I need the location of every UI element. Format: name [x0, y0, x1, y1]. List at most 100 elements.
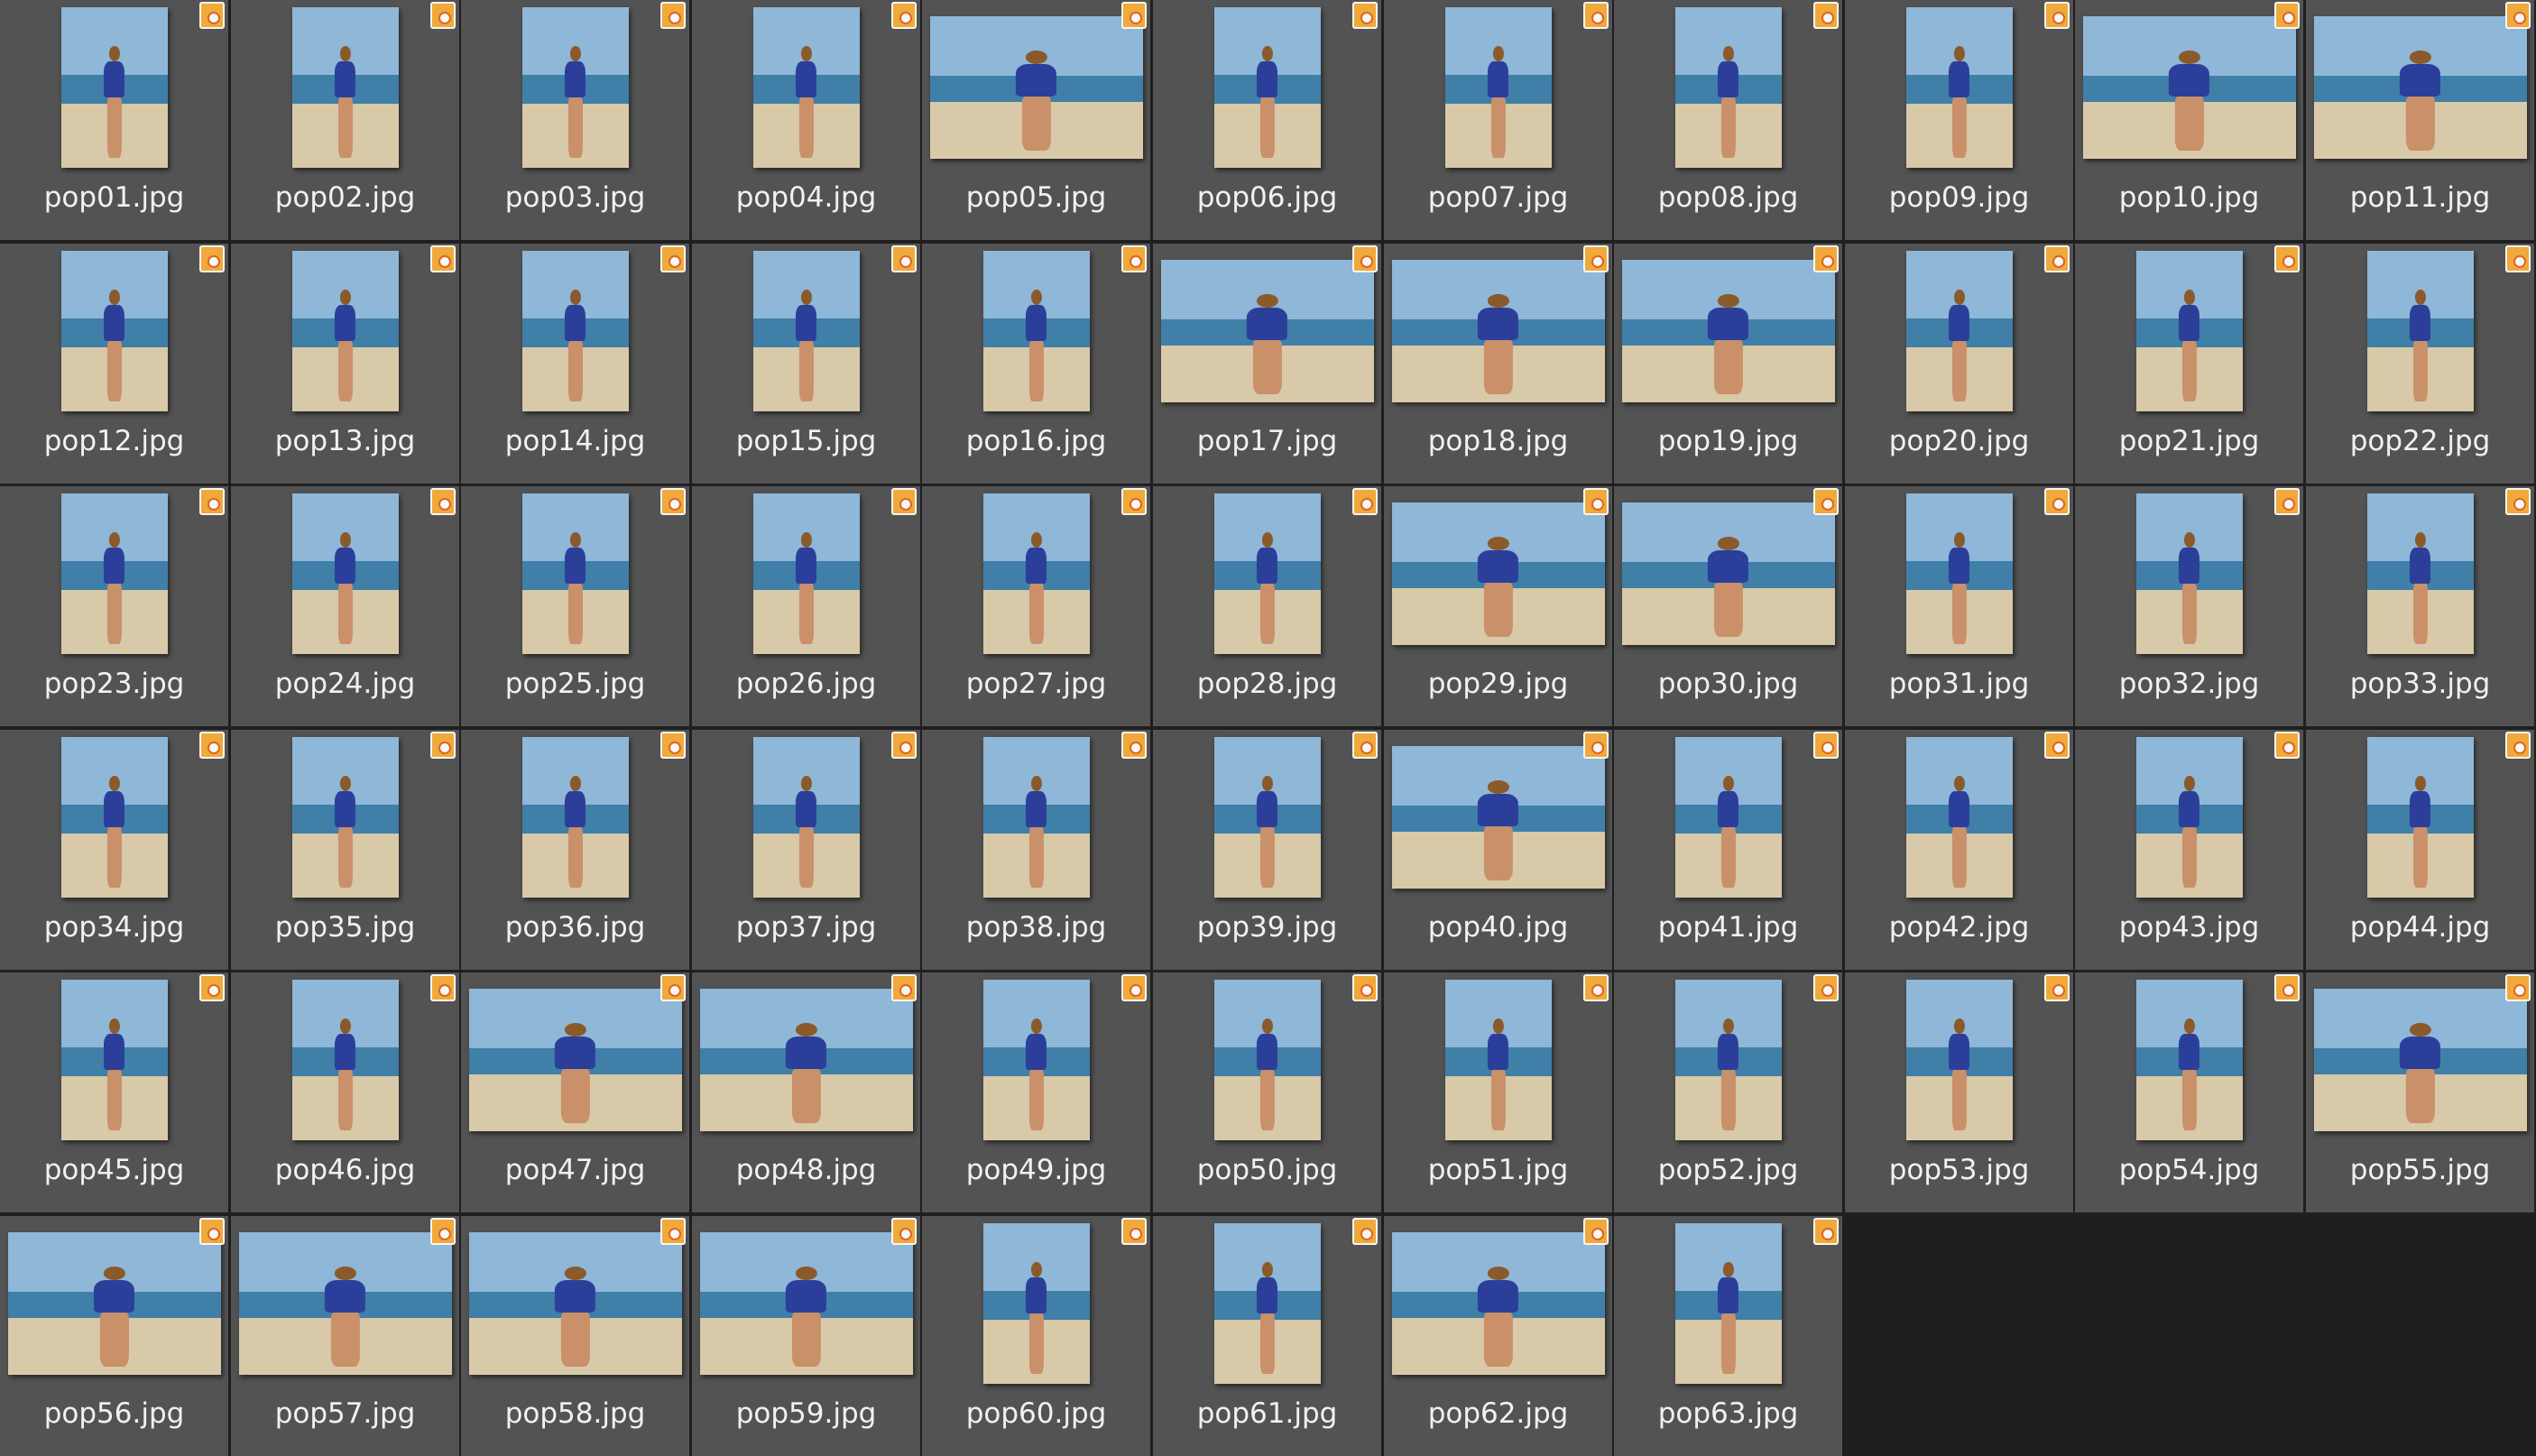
image-thumbnail[interactable] — [1391, 260, 1605, 402]
file-tile[interactable]: pop60.jpg — [922, 1216, 1150, 1456]
image-thumbnail[interactable] — [982, 980, 1090, 1140]
image-thumbnail[interactable] — [7, 1232, 221, 1375]
file-tile[interactable]: pop48.jpg — [692, 972, 920, 1212]
file-tile[interactable]: pop52.jpg — [1614, 972, 1842, 1212]
file-tile[interactable]: pop43.jpg — [2075, 730, 2303, 970]
image-thumbnail[interactable] — [752, 251, 860, 411]
image-thumbnail[interactable] — [468, 1232, 682, 1375]
image-thumbnail[interactable] — [2313, 16, 2527, 159]
file-tile[interactable]: pop41.jpg — [1614, 730, 1842, 970]
file-tile[interactable]: pop57.jpg — [231, 1216, 459, 1456]
file-tile[interactable]: pop50.jpg — [1153, 972, 1381, 1212]
file-tile[interactable]: pop63.jpg — [1614, 1216, 1842, 1456]
file-tile[interactable]: pop40.jpg — [1384, 730, 1612, 970]
image-thumbnail[interactable] — [2366, 493, 2474, 654]
file-tile[interactable]: pop61.jpg — [1153, 1216, 1381, 1456]
file-tile[interactable]: pop54.jpg — [2075, 972, 2303, 1212]
file-tile[interactable]: pop15.jpg — [692, 244, 920, 484]
file-tile[interactable]: pop30.jpg — [1614, 486, 1842, 726]
file-tile[interactable]: pop49.jpg — [922, 972, 1150, 1212]
file-tile[interactable]: pop23.jpg — [0, 486, 228, 726]
file-tile[interactable]: pop28.jpg — [1153, 486, 1381, 726]
image-thumbnail[interactable] — [982, 1223, 1090, 1384]
file-tile[interactable]: pop47.jpg — [461, 972, 689, 1212]
image-thumbnail[interactable] — [2313, 989, 2527, 1131]
image-thumbnail[interactable] — [291, 251, 399, 411]
file-tile[interactable]: pop35.jpg — [231, 730, 459, 970]
file-tile[interactable]: pop01.jpg — [0, 0, 228, 240]
image-thumbnail[interactable] — [2366, 737, 2474, 898]
image-thumbnail[interactable] — [1444, 7, 1552, 168]
file-tile[interactable]: pop31.jpg — [1845, 486, 2073, 726]
file-tile[interactable]: pop53.jpg — [1845, 972, 2073, 1212]
image-thumbnail[interactable] — [1213, 737, 1321, 898]
image-thumbnail[interactable] — [2366, 251, 2474, 411]
file-tile[interactable]: pop17.jpg — [1153, 244, 1381, 484]
image-thumbnail[interactable] — [1621, 502, 1835, 645]
file-tile[interactable]: pop21.jpg — [2075, 244, 2303, 484]
file-tile[interactable]: pop18.jpg — [1384, 244, 1612, 484]
file-tile[interactable]: pop38.jpg — [922, 730, 1150, 970]
image-thumbnail[interactable] — [2135, 493, 2243, 654]
image-thumbnail[interactable] — [291, 980, 399, 1140]
image-thumbnail[interactable] — [1905, 493, 2013, 654]
image-thumbnail[interactable] — [929, 16, 1143, 159]
file-tile[interactable]: pop26.jpg — [692, 486, 920, 726]
file-tile[interactable]: pop36.jpg — [461, 730, 689, 970]
image-thumbnail[interactable] — [1674, 1223, 1782, 1384]
file-tile[interactable]: pop45.jpg — [0, 972, 228, 1212]
file-tile[interactable]: pop19.jpg — [1614, 244, 1842, 484]
file-tile[interactable]: pop29.jpg — [1384, 486, 1612, 726]
image-thumbnail[interactable] — [521, 493, 629, 654]
file-tile[interactable]: pop24.jpg — [231, 486, 459, 726]
file-tile[interactable]: pop42.jpg — [1845, 730, 2073, 970]
image-thumbnail[interactable] — [982, 737, 1090, 898]
image-thumbnail[interactable] — [2135, 251, 2243, 411]
file-tile[interactable]: pop46.jpg — [231, 972, 459, 1212]
file-tile[interactable]: pop34.jpg — [0, 730, 228, 970]
image-thumbnail[interactable] — [1621, 260, 1835, 402]
file-tile[interactable]: pop11.jpg — [2306, 0, 2534, 240]
image-thumbnail[interactable] — [291, 737, 399, 898]
file-tile[interactable]: pop02.jpg — [231, 0, 459, 240]
image-thumbnail[interactable] — [1905, 251, 2013, 411]
image-thumbnail[interactable] — [1213, 493, 1321, 654]
image-thumbnail[interactable] — [521, 251, 629, 411]
file-tile[interactable]: pop20.jpg — [1845, 244, 2073, 484]
file-tile[interactable]: pop05.jpg — [922, 0, 1150, 240]
file-tile[interactable]: pop59.jpg — [692, 1216, 920, 1456]
file-tile[interactable]: pop03.jpg — [461, 0, 689, 240]
image-thumbnail[interactable] — [60, 493, 168, 654]
file-tile[interactable]: pop44.jpg — [2306, 730, 2534, 970]
image-thumbnail[interactable] — [982, 493, 1090, 654]
file-tile[interactable]: pop07.jpg — [1384, 0, 1612, 240]
image-thumbnail[interactable] — [521, 737, 629, 898]
image-thumbnail[interactable] — [1391, 502, 1605, 645]
file-tile[interactable]: pop10.jpg — [2075, 0, 2303, 240]
image-thumbnail[interactable] — [60, 7, 168, 168]
image-thumbnail[interactable] — [699, 1232, 913, 1375]
image-thumbnail[interactable] — [2135, 737, 2243, 898]
image-thumbnail[interactable] — [521, 7, 629, 168]
image-thumbnail[interactable] — [752, 737, 860, 898]
file-tile[interactable]: pop32.jpg — [2075, 486, 2303, 726]
image-thumbnail[interactable] — [238, 1232, 452, 1375]
file-tile[interactable]: pop16.jpg — [922, 244, 1150, 484]
image-thumbnail[interactable] — [2082, 16, 2296, 159]
image-thumbnail[interactable] — [1213, 1223, 1321, 1384]
image-thumbnail[interactable] — [1674, 980, 1782, 1140]
image-thumbnail[interactable] — [291, 7, 399, 168]
image-thumbnail[interactable] — [982, 251, 1090, 411]
file-tile[interactable]: pop55.jpg — [2306, 972, 2534, 1212]
image-thumbnail[interactable] — [699, 989, 913, 1131]
file-tile[interactable]: pop09.jpg — [1845, 0, 2073, 240]
file-tile[interactable]: pop08.jpg — [1614, 0, 1842, 240]
file-tile[interactable]: pop39.jpg — [1153, 730, 1381, 970]
file-tile[interactable]: pop06.jpg — [1153, 0, 1381, 240]
image-thumbnail[interactable] — [291, 493, 399, 654]
image-thumbnail[interactable] — [2135, 980, 2243, 1140]
image-thumbnail[interactable] — [1674, 737, 1782, 898]
image-thumbnail[interactable] — [752, 493, 860, 654]
image-thumbnail[interactable] — [1213, 7, 1321, 168]
image-thumbnail[interactable] — [1905, 980, 2013, 1140]
